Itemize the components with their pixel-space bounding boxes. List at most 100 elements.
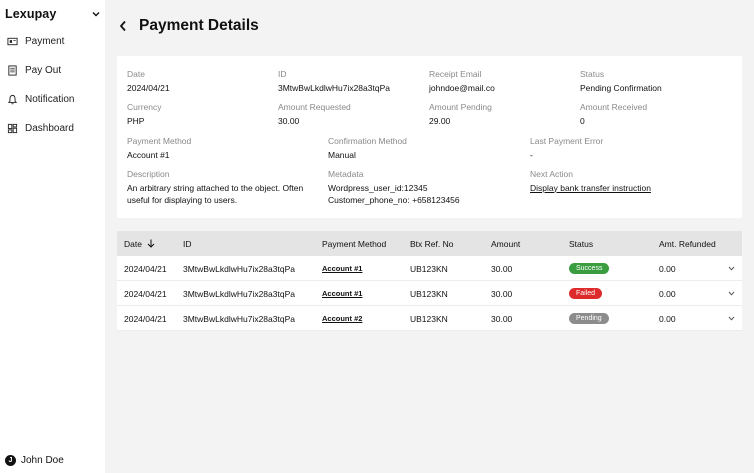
column-header-id: ID: [183, 238, 192, 249]
field-receipt-email: Receipt Email johndoe@mail.co: [429, 68, 495, 94]
field-value: Wordpress_user_id:12345: [328, 182, 428, 193]
payment-method-link[interactable]: Account #1: [322, 289, 362, 298]
sidebar-item-payout[interactable]: Pay Out: [7, 62, 61, 78]
field-id: ID 3MtwBwLkdlwHu7ix28a3tqPa: [278, 68, 390, 94]
field-date: Date 2024/04/21: [127, 68, 170, 94]
cell-refunded: 0.00: [659, 288, 676, 299]
page-header: Payment Details: [119, 16, 259, 36]
field-description: Description An arbitrary string attached…: [127, 168, 303, 207]
field-value: 29.00: [429, 115, 451, 126]
table-header: Date ID Payment Method Btx Ref. No Amoun…: [117, 231, 742, 256]
back-button[interactable]: [119, 19, 129, 33]
field-value: 30.00: [278, 115, 300, 126]
avatar: J: [5, 454, 16, 466]
sidebar-item-notification[interactable]: Notification: [7, 91, 74, 107]
column-header-method: Payment Method: [322, 238, 387, 249]
cell-date: 2024/04/21: [124, 263, 167, 274]
column-header-btx: Btx Ref. No: [410, 238, 454, 249]
brand-name: Lexupay: [5, 7, 57, 21]
column-header-date[interactable]: Date: [124, 231, 155, 256]
cell-btx: UB123KN: [410, 263, 448, 274]
field-label: Payment Method: [127, 136, 192, 146]
field-next-action: Next Action Display bank transfer instru…: [530, 168, 651, 194]
field-label: Status: [580, 69, 605, 79]
field-confirmation-method: Confirmation Method Manual: [328, 135, 407, 161]
field-label: Confirmation Method: [328, 136, 407, 146]
field-amount-pending: Amount Pending 29.00: [429, 101, 492, 127]
field-amount-received: Amount Received 0: [580, 101, 647, 127]
cell-btx: UB123KN: [410, 288, 448, 299]
field-value: useful for displaying to users.: [127, 195, 238, 205]
field-value: -: [530, 149, 533, 160]
field-label: Amount Received: [580, 102, 648, 112]
chevron-down-icon[interactable]: [728, 266, 735, 271]
sidebar: Lexupay Payment Pay Out Notification Das…: [0, 0, 105, 473]
field-label: Currency: [127, 102, 162, 112]
field-amount-requested: Amount Requested 30.00: [278, 101, 351, 127]
chevron-down-icon: [92, 12, 100, 17]
field-value: Account #1: [127, 149, 170, 160]
chevron-left-icon: [119, 20, 126, 32]
brand-switcher[interactable]: Lexupay: [5, 7, 101, 21]
status-badge: Failed: [569, 288, 603, 299]
next-action-link[interactable]: Display bank transfer instruction: [530, 182, 651, 195]
field-value: 3MtwBwLkdlwHu7ix28a3tqPa: [278, 82, 390, 93]
field-label: Metadata: [328, 169, 364, 179]
cell-amount: 30.00: [491, 313, 513, 324]
field-value: Customer_phone_no: +658123456: [328, 195, 460, 205]
payment-icon: [7, 37, 18, 45]
cell-id: 3MtwBwLkdlwHu7ix28a3tqPa: [183, 313, 295, 324]
cell-date: 2024/04/21: [124, 288, 167, 299]
field-payment-method: Payment Method Account #1: [127, 135, 191, 161]
column-header-refunded: Amt. Refunded: [659, 238, 716, 249]
field-status: Status Pending Confirmation: [580, 68, 662, 94]
payment-method-link[interactable]: Account #2: [322, 314, 362, 323]
field-label: Description: [127, 169, 170, 179]
field-label: Amount Requested: [278, 102, 351, 112]
sidebar-item-dashboard[interactable]: Dashboard: [7, 120, 74, 136]
field-label: Next Action: [530, 169, 573, 179]
sidebar-item-label: Pay Out: [25, 64, 62, 76]
sidebar-item-label: Payment: [25, 35, 65, 47]
cell-btx: UB123KN: [410, 313, 448, 324]
dashboard-icon: [7, 123, 18, 133]
field-metadata: Metadata Wordpress_user_id:12345 Custome…: [328, 168, 460, 207]
bell-icon: [7, 94, 18, 104]
table-row[interactable]: 2024/04/21 3MtwBwLkdlwHu7ix28a3tqPa Acco…: [117, 281, 742, 306]
sidebar-item-label: Notification: [25, 93, 75, 105]
chevron-down-icon[interactable]: [728, 316, 735, 321]
user-profile[interactable]: J John Doe: [5, 453, 64, 467]
payout-icon: [8, 64, 17, 76]
payment-details-card: Date 2024/04/21 ID 3MtwBwLkdlwHu7ix28a3t…: [117, 56, 742, 218]
main-content: Payment Details Date 2024/04/21 ID 3MtwB…: [105, 0, 754, 473]
field-label: Amount Pending: [429, 102, 492, 112]
field-value: 0: [580, 115, 585, 126]
cell-date: 2024/04/21: [124, 313, 167, 324]
status-badge: Success: [569, 263, 610, 274]
cell-id: 3MtwBwLkdlwHu7ix28a3tqPa: [183, 263, 295, 274]
chevron-down-icon[interactable]: [728, 291, 735, 296]
cell-refunded: 0.00: [659, 263, 676, 274]
field-value: Manual: [328, 149, 356, 160]
field-label: Date: [127, 69, 145, 79]
table-row[interactable]: 2024/04/21 3MtwBwLkdlwHu7ix28a3tqPa Acco…: [117, 256, 742, 281]
field-value: 2024/04/21: [127, 82, 170, 93]
field-value: An arbitrary string attached to the obje…: [127, 182, 304, 193]
column-header-amount: Amount: [491, 238, 521, 249]
cell-amount: 30.00: [491, 263, 513, 274]
field-label: Receipt Email: [429, 69, 482, 79]
field-label: ID: [278, 69, 287, 79]
cell-id: 3MtwBwLkdlwHu7ix28a3tqPa: [183, 288, 295, 299]
field-last-payment-error: Last Payment Error -: [530, 135, 603, 161]
column-header-status: Status: [569, 238, 594, 249]
field-value: PHP: [127, 115, 145, 126]
payment-method-link[interactable]: Account #1: [322, 264, 362, 273]
table-row[interactable]: 2024/04/21 3MtwBwLkdlwHu7ix28a3tqPa Acco…: [117, 306, 742, 331]
page-title: Payment Details: [139, 17, 259, 34]
sidebar-item-payment[interactable]: Payment: [7, 33, 64, 49]
transactions-table: Date ID Payment Method Btx Ref. No Amoun…: [117, 231, 742, 331]
user-name: John Doe: [21, 454, 64, 466]
field-currency: Currency PHP: [127, 101, 161, 127]
column-header-label: Date: [124, 238, 142, 249]
status-badge: Pending: [569, 313, 609, 324]
